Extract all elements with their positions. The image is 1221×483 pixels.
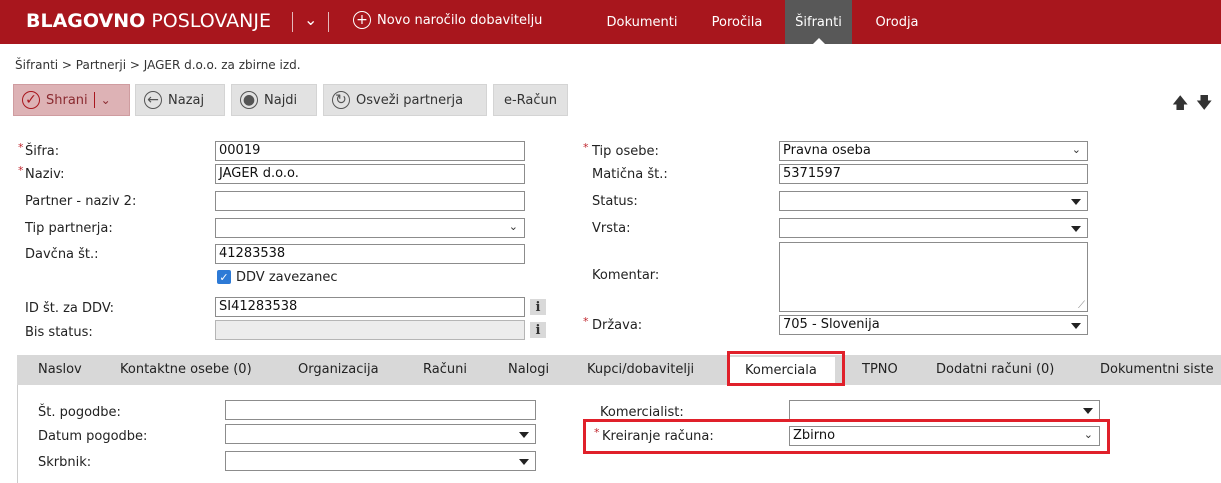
divider	[93, 92, 95, 108]
komentar-textarea[interactable]: ⟋	[779, 242, 1088, 312]
required-marker: *	[18, 141, 24, 154]
new-order-label: Novo naročilo dobavitelju	[377, 12, 543, 28]
id-ddv-field[interactable]: SI41283538	[215, 297, 525, 317]
breadcrumb[interactable]: Šifranti > Partnerji > JAGER d.o.o. za z…	[15, 58, 301, 72]
arrow-down-icon[interactable]: 🡇	[1196, 92, 1212, 119]
komercialist-label: Komercialist:	[600, 405, 684, 420]
maticna-field[interactable]: 5371597	[779, 164, 1088, 184]
caret-down-icon	[1071, 323, 1081, 329]
ddv-label: DDV zavezanec	[236, 270, 338, 285]
arrow-up-icon[interactable]: 🡅	[1172, 92, 1188, 119]
chevron-down-icon: ⌄	[1071, 143, 1081, 156]
required-marker: *	[583, 315, 589, 328]
brand-bold: BLAGOVNO	[26, 10, 146, 32]
nav-orodja[interactable]: Orodja	[862, 0, 932, 44]
e-racun-button[interactable]: e-Račun	[493, 84, 568, 116]
komercialist-select[interactable]	[789, 400, 1100, 420]
tab-organizacija[interactable]: Organizacija	[298, 362, 379, 377]
naziv2-label: Partner - naziv 2:	[25, 194, 137, 209]
pogodba-field[interactable]	[225, 400, 536, 420]
drzava-select[interactable]: 705 - Slovenija	[779, 315, 1088, 335]
vrsta-label: Vrsta:	[592, 221, 631, 236]
sifra-field[interactable]: 00019	[215, 141, 525, 161]
bis-field	[215, 320, 525, 340]
caret-down-icon	[519, 432, 529, 438]
caret-down-icon	[519, 459, 529, 465]
plus-icon: +	[353, 11, 371, 29]
tab-nalogi[interactable]: Nalogi	[508, 362, 549, 377]
tab-highlight-box	[727, 351, 845, 386]
drzava-label: Država:	[592, 318, 643, 333]
refresh-icon: ↻	[332, 91, 350, 109]
tab-dokumentni-sistem[interactable]: Dokumentni siste	[1100, 362, 1214, 377]
chevron-down-icon[interactable]: ⌄	[101, 93, 111, 107]
tip-osebe-value: Pravna oseba	[783, 143, 871, 158]
tip-partnerja-select[interactable]: ⌄	[215, 218, 525, 238]
resize-handle-icon[interactable]: ⟋	[1078, 300, 1085, 311]
caret-down-icon	[1071, 226, 1081, 232]
arrow-left-icon: ←	[144, 91, 162, 109]
save-button[interactable]: ✓ Shrani ⌄	[13, 84, 130, 116]
tip-osebe-select[interactable]: Pravna oseba ⌄	[779, 141, 1088, 161]
refresh-partner-button[interactable]: ↻ Osveži partnerja	[323, 84, 487, 116]
refresh-label: Osveži partnerja	[356, 92, 464, 108]
app-brand[interactable]: BLAGOVNO POSLOVANJE	[26, 10, 271, 32]
naziv-label: Naziv:	[25, 167, 65, 182]
caret-down-icon	[1083, 408, 1093, 414]
skrbnik-label: Skrbnik:	[38, 455, 92, 470]
tab-kontaktne-osebe[interactable]: Kontaktne osebe (0)	[120, 362, 252, 377]
top-bar: BLAGOVNO POSLOVANJE ⌄ + Novo naročilo do…	[0, 0, 1221, 44]
drzava-value: 705 - Slovenija	[783, 317, 880, 332]
sifra-label: Šifra:	[25, 144, 60, 159]
datum-label: Datum pogodbe:	[38, 429, 148, 444]
davcna-label: Davčna št.:	[25, 247, 99, 262]
divider	[328, 12, 329, 32]
id-ddv-label: ID št. za DDV:	[25, 301, 115, 316]
tab-tpno[interactable]: TPNO	[862, 362, 898, 377]
vrsta-select[interactable]	[779, 218, 1088, 238]
tip-partnerja-label: Tip partnerja:	[25, 221, 113, 236]
maticna-label: Matična št.:	[592, 167, 668, 182]
info-icon[interactable]: i	[530, 322, 546, 338]
tab-kupci-dobavitelji[interactable]: Kupci/dobavitelji	[587, 362, 694, 377]
chevron-down-icon[interactable]: ⌄	[304, 10, 317, 29]
nav-sifranti[interactable]: Šifranti	[785, 0, 852, 44]
nav-sifranti-label: Šifranti	[795, 14, 842, 30]
person-icon: ●	[240, 91, 258, 109]
davcna-field[interactable]: 41283538	[215, 244, 525, 264]
check-icon: ✓	[22, 91, 40, 109]
required-marker: *	[18, 164, 24, 177]
brand-light: POSLOVANJE	[151, 10, 271, 32]
required-marker: *	[583, 141, 589, 154]
back-label: Nazaj	[168, 92, 205, 108]
status-label: Status:	[592, 194, 638, 209]
find-button[interactable]: ● Najdi	[231, 84, 317, 116]
find-label: Najdi	[264, 92, 298, 108]
caret-down-icon	[1071, 199, 1081, 205]
pogodba-label: Št. pogodbe:	[38, 405, 121, 420]
naziv-field[interactable]: JAGER d.o.o.	[215, 164, 525, 184]
nav-dokumenti[interactable]: Dokumenti	[597, 0, 687, 44]
new-supplier-order-button[interactable]: + Novo naročilo dobavitelju	[353, 11, 542, 29]
tab-naslov[interactable]: Naslov	[38, 362, 82, 377]
datum-select[interactable]	[225, 424, 536, 444]
skrbnik-select[interactable]	[225, 451, 536, 471]
naziv2-field[interactable]	[215, 191, 525, 211]
info-icon[interactable]: i	[530, 299, 546, 315]
field-highlight-box	[583, 419, 1110, 454]
save-label: Shrani	[46, 92, 88, 108]
tip-osebe-label: Tip osebe:	[592, 144, 659, 159]
chevron-down-icon: ⌄	[508, 220, 518, 233]
back-button[interactable]: ← Nazaj	[135, 84, 225, 116]
tab-dodatni-racuni[interactable]: Dodatni računi (0)	[936, 362, 1054, 377]
ddv-checkbox[interactable]: ✓	[217, 270, 231, 284]
komentar-label: Komentar:	[592, 268, 660, 283]
status-select[interactable]	[779, 191, 1088, 211]
nav-porocila[interactable]: Poročila	[697, 0, 777, 44]
tab-racuni[interactable]: Računi	[423, 362, 467, 377]
bis-label: Bis status:	[25, 325, 93, 340]
divider	[292, 12, 293, 32]
